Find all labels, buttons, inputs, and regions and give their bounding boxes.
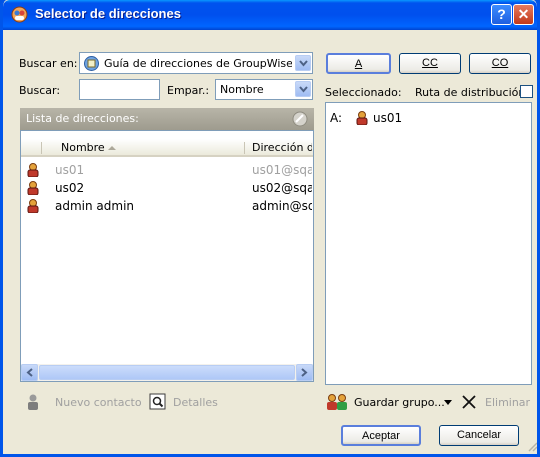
horizontal-scrollbar[interactable]	[21, 364, 313, 381]
window-title: Selector de direcciones	[35, 6, 181, 21]
selected-label: Seleccionado:	[325, 86, 402, 99]
contact-email: us02@sqa	[252, 181, 312, 195]
group-icon	[327, 394, 347, 410]
column-separator	[244, 142, 245, 154]
to-button-label: A	[354, 58, 363, 70]
cancel-button[interactable]: Cancelar	[439, 425, 519, 446]
dropdown-arrow-icon[interactable]	[444, 400, 452, 405]
recipient-prefix: A:	[330, 111, 343, 125]
details-icon	[149, 393, 166, 410]
cc-button-label: CC	[422, 57, 438, 69]
sort-ascending-icon	[108, 146, 116, 150]
user-icon	[356, 111, 368, 125]
distribution-checkbox[interactable]	[520, 85, 533, 98]
search-in-select[interactable]: Guía de direcciones de GroupWise c	[79, 52, 313, 74]
column-separator	[41, 142, 42, 154]
cc-button[interactable]: CC	[399, 53, 461, 74]
list-item[interactable]: admin admin admin@sq	[21, 197, 313, 215]
new-contact-button[interactable]: Nuevo contacto	[55, 396, 142, 409]
recipient-name: us01	[373, 111, 403, 125]
address-list[interactable]: Nombre Dirección d us01 us01@sqa us02 us…	[20, 130, 314, 382]
delete-icon	[462, 395, 476, 409]
search-input[interactable]	[79, 79, 160, 100]
match-value: Nombre	[220, 83, 264, 96]
search-label: Buscar:	[19, 84, 61, 97]
delete-button[interactable]: Eliminar	[485, 396, 530, 409]
new-contact-icon	[28, 394, 38, 410]
address-list-title: Lista de direcciones:	[26, 112, 139, 125]
list-item[interactable]: us01 us01@sqa	[21, 161, 313, 179]
chevron-down-icon[interactable]	[295, 55, 311, 71]
to-button[interactable]: A	[326, 53, 391, 74]
groupwise-book-icon	[84, 56, 99, 71]
column-header: Nombre Dirección d	[21, 139, 313, 157]
save-group-button[interactable]: Guardar grupo...	[354, 396, 445, 409]
user-icon	[27, 181, 39, 195]
list-item[interactable]: us02 us02@sqa	[21, 179, 313, 197]
options-icon[interactable]	[292, 111, 308, 127]
chevron-down-icon[interactable]	[295, 81, 311, 97]
scroll-right-button[interactable]	[296, 364, 313, 381]
help-button[interactable]: ?	[491, 4, 512, 25]
arrow-left-icon	[26, 368, 33, 377]
close-button[interactable]: ✕	[513, 4, 534, 25]
search-in-value: Guía de direcciones de GroupWise c	[104, 57, 292, 70]
column-address[interactable]: Dirección d	[252, 141, 312, 154]
user-icon	[27, 163, 39, 177]
accept-button[interactable]: Aceptar	[341, 425, 421, 446]
contact-name: us01	[55, 163, 85, 177]
scroll-thumb[interactable]	[39, 365, 295, 380]
contact-name: us02	[55, 181, 85, 195]
bc-button[interactable]: CO	[469, 53, 531, 74]
contact-email: us01@sqa	[252, 163, 312, 177]
match-select[interactable]: Nombre	[215, 79, 313, 100]
address-selector-window: Selector de direcciones ? ✕ Buscar en: G…	[0, 0, 540, 457]
address-book-icon	[11, 6, 28, 23]
contact-email: admin@sq	[252, 199, 312, 213]
details-button[interactable]: Detalles	[173, 396, 218, 409]
scroll-left-button[interactable]	[21, 364, 38, 381]
selected-list[interactable]: A: us01	[325, 102, 532, 385]
arrow-right-icon	[301, 368, 308, 377]
match-label: Empar.:	[167, 84, 210, 97]
contact-name: admin admin	[55, 199, 135, 213]
user-icon	[27, 199, 39, 213]
address-list-header: Lista de direcciones:	[20, 108, 314, 130]
title-bar[interactable]: Selector de direcciones ? ✕	[3, 0, 537, 30]
search-in-label: Buscar en:	[19, 57, 78, 70]
distribution-label: Ruta de distribución	[415, 86, 526, 99]
column-name[interactable]: Nombre	[61, 141, 105, 154]
resize-grip-icon[interactable]	[526, 440, 538, 452]
bc-button-label: CO	[491, 57, 509, 69]
selected-item[interactable]: A: us01	[326, 109, 531, 127]
